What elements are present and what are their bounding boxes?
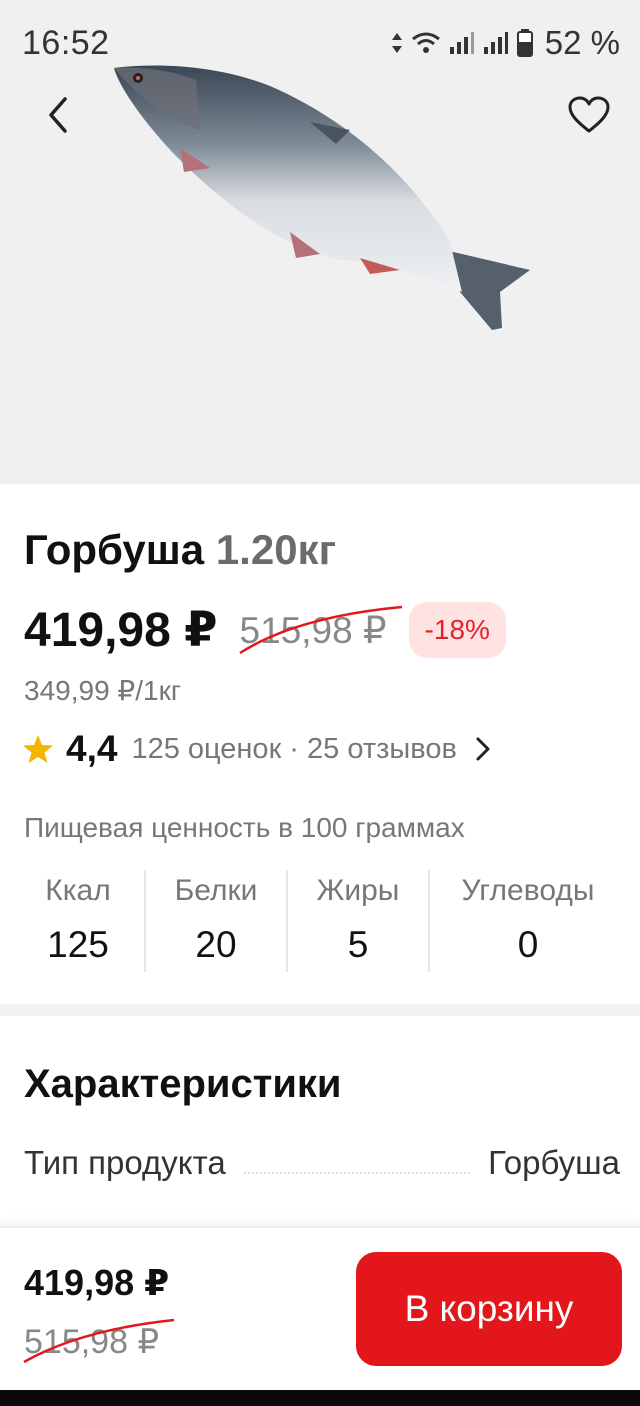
bottom-bar: 419,98 ₽ 515,98 ₽ В корзину — [0, 1226, 640, 1390]
spec-key: Тип продукта — [24, 1144, 226, 1181]
old-price: 515,98 ₽ — [238, 605, 402, 654]
favorite-button[interactable] — [566, 92, 612, 138]
product-weight: 1.20кг — [215, 526, 337, 573]
nutrition-value: 125 — [47, 924, 109, 965]
specs-section: Характеристики Тип продукта Горбуша — [0, 1016, 640, 1226]
spec-dots — [243, 1172, 471, 1174]
chevron-right-icon — [476, 737, 490, 761]
battery-percent: 52 % — [544, 24, 620, 61]
data-arrows-icon — [391, 33, 402, 53]
rating-value: 4,4 — [66, 728, 118, 769]
unit-price: 349,99 ₽/1кг — [24, 675, 182, 706]
nutrition-label: Ккал — [45, 874, 111, 907]
nutrition-grid: Ккал 125 Белки 20 Жиры 5 Углеводы 0 — [12, 870, 626, 972]
specs-title: Характеристики — [24, 1062, 342, 1106]
nutrition-label: Белки — [174, 874, 258, 907]
nutrition-carbs: Углеводы 0 — [430, 870, 626, 972]
strikethrough-line — [23, 1318, 175, 1364]
current-price: 419,98 ₽ — [24, 604, 218, 657]
system-nav-bar — [0, 1390, 640, 1406]
nutrition-label: Жиры — [316, 874, 400, 907]
bottom-old-price: 515,98 ₽ — [23, 1318, 175, 1364]
heart-icon — [568, 96, 610, 133]
section-divider — [0, 1004, 640, 1016]
price-row: 419,98 ₽ 515,98 ₽ -18% — [24, 602, 506, 658]
nutrition-label: Углеводы — [461, 874, 595, 907]
nutrition-title: Пищевая ценность в 100 граммах — [24, 812, 465, 843]
spec-row: Тип продукта Горбуша — [24, 1144, 620, 1182]
chevron-left-icon — [49, 97, 67, 133]
rating-row[interactable]: 4,4 125 оценок · 25 отзывов — [22, 728, 493, 770]
add-to-cart-button[interactable]: В корзину — [356, 1252, 622, 1366]
product-info: Горбуша 1.20кг 419,98 ₽ 515,98 ₽ -18% 34… — [0, 484, 640, 1004]
spec-value: Горбуша — [488, 1144, 620, 1181]
product-title: Горбуша 1.20кг — [24, 526, 336, 574]
nutrition-value: 20 — [195, 924, 237, 965]
discount-badge: -18% — [408, 602, 506, 658]
back-button[interactable] — [36, 90, 80, 140]
battery-icon — [516, 29, 533, 57]
reviews-count: 125 оценок · 25 отзывов — [131, 732, 457, 765]
product-image — [114, 65, 530, 330]
status-icons: 52 % — [391, 24, 620, 62]
signal-icon — [449, 32, 474, 54]
nutrition-kcal: Ккал 125 — [12, 870, 146, 972]
signal-icon-2 — [483, 32, 508, 54]
nutrition-protein: Белки 20 — [146, 870, 288, 972]
status-bar: 16:52 52 % — [0, 0, 640, 88]
status-time: 16:52 — [22, 24, 110, 62]
product-name: Горбуша — [24, 526, 205, 573]
wifi-icon — [411, 32, 440, 53]
nutrition-fat: Жиры 5 — [288, 870, 430, 972]
bottom-price: 419,98 ₽ — [24, 1262, 170, 1303]
nutrition-value: 0 — [517, 924, 539, 965]
star-icon — [23, 735, 53, 763]
strikethrough-line — [238, 605, 402, 654]
nutrition-value: 5 — [347, 924, 369, 965]
